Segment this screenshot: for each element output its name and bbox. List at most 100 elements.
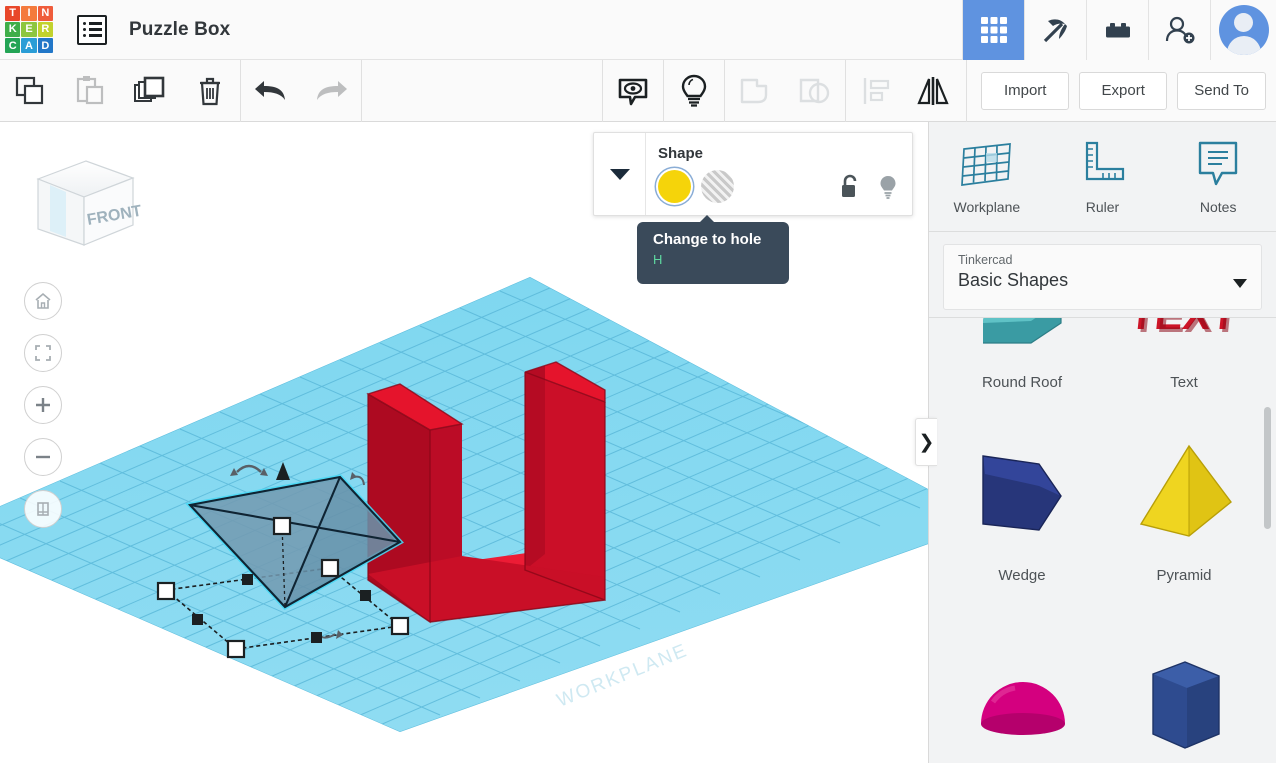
logo-tile-t: T — [5, 5, 21, 21]
zoom-out-button[interactable] — [24, 438, 62, 476]
logo-tile-r: R — [37, 21, 53, 38]
collapse-panel-button[interactable]: ❯ — [915, 418, 937, 466]
account-button[interactable] — [1210, 0, 1276, 60]
logo-tile-k: K — [5, 21, 21, 38]
shape-panel-right-icons — [838, 174, 898, 200]
invite-button[interactable] — [1148, 0, 1210, 60]
tinkercad-logo[interactable]: TINKERCAD — [5, 5, 53, 54]
shape-item-dome[interactable] — [941, 594, 1103, 763]
logo-tile-c: C — [5, 38, 21, 54]
zoom-out-icon — [36, 455, 50, 459]
list-row — [82, 22, 102, 25]
workplane-grid: WORKPLANE — [0, 277, 928, 732]
fit-to-view-icon — [35, 345, 51, 361]
notes-icon — [1198, 141, 1238, 185]
designs-grid-button[interactable] — [962, 0, 1024, 60]
group-icon — [741, 78, 768, 103]
view-nav-buttons — [24, 282, 62, 542]
perspective-toggle-button[interactable] — [24, 490, 62, 528]
undo-button[interactable] — [241, 60, 301, 122]
copy-icon — [15, 76, 44, 104]
tooltip: Change to hole H — [637, 215, 789, 284]
shape-item-label: Pyramid — [1156, 567, 1212, 584]
right-sidebar: Workplane Ruler Notes Tinkercad Basic Sh… — [928, 122, 1276, 763]
delete-icon — [200, 77, 220, 105]
fit-to-view-button[interactable] — [24, 334, 62, 372]
zoom-in-button[interactable] — [24, 386, 62, 424]
import-button[interactable]: Import — [981, 71, 1070, 110]
delete-button[interactable] — [180, 60, 240, 122]
shape-gallery-inner: Round Roof TEXT TEXT Text W — [929, 318, 1276, 763]
export-button[interactable]: Export — [1079, 71, 1168, 110]
shape-item-label: Wedge — [998, 567, 1046, 584]
workplane-icon — [960, 142, 1011, 186]
paste-icon — [76, 75, 104, 104]
list-row — [82, 34, 102, 37]
redo-icon — [317, 80, 347, 100]
text-thumb: TEXT TEXT — [1127, 318, 1242, 341]
lightbulb-icon[interactable] — [878, 174, 898, 200]
lightbulb-icon — [682, 74, 707, 107]
duplicate-button[interactable] — [120, 60, 180, 122]
caret-down-icon — [609, 169, 630, 180]
align-button[interactable] — [846, 60, 906, 122]
caret-down-icon — [1233, 279, 1247, 288]
ruler-tool-button[interactable]: Ruler — [1045, 122, 1161, 231]
list-bar — [88, 34, 102, 37]
notes-tool-button[interactable]: Notes — [1160, 122, 1276, 231]
ungroup-button[interactable] — [785, 60, 845, 122]
wedge-thumb — [981, 455, 1062, 531]
sidebar-scrollbar[interactable] — [1264, 407, 1271, 529]
shape-panel-title: Shape — [658, 145, 704, 162]
document-title[interactable]: Puzzle Box — [129, 19, 230, 41]
main-toolbar: Import Export Send To — [0, 59, 1276, 122]
blocks-button[interactable] — [1024, 0, 1086, 60]
sidebar-tools: Workplane Ruler Notes — [929, 122, 1276, 232]
project-list-button[interactable] — [77, 14, 107, 45]
shape-panel-collapse-button[interactable] — [594, 133, 646, 215]
shape-panel-controls — [658, 170, 898, 203]
bricks-button[interactable] — [1086, 0, 1148, 60]
tooltip-title: Change to hole — [653, 231, 762, 248]
shape-gallery[interactable]: Round Roof TEXT TEXT Text W — [929, 318, 1276, 763]
home-view-button[interactable] — [24, 282, 62, 320]
shape-library-dropdown[interactable]: Tinkercad Basic Shapes — [943, 244, 1262, 310]
list-dot — [82, 28, 86, 31]
shape-item-label: Round Roof — [981, 374, 1063, 391]
hide-button[interactable] — [664, 60, 724, 122]
avatar-head — [1234, 12, 1253, 32]
paste-button[interactable] — [60, 60, 120, 122]
mirror-button[interactable] — [906, 60, 966, 122]
tooltip-shortcut: H — [653, 252, 663, 267]
list-dot — [82, 22, 86, 25]
logo-tile-d: D — [37, 38, 53, 54]
shape-item-round-roof[interactable]: Round Roof — [941, 318, 1103, 401]
redo-button[interactable] — [301, 60, 361, 122]
pyramid-thumb — [1139, 444, 1232, 537]
shape-panel-body: Shape — [646, 133, 912, 215]
perspective-toggle-icon — [37, 502, 49, 516]
shape-item-text[interactable]: TEXT TEXT Text — [1103, 318, 1265, 401]
ungroup-icon — [800, 78, 830, 103]
view-cube[interactable]: FRONT — [26, 147, 141, 257]
hole-swatch[interactable] — [701, 170, 734, 203]
solid-swatch[interactable] — [658, 170, 691, 203]
visibility-button[interactable] — [603, 60, 663, 122]
home-view-icon — [35, 292, 51, 309]
group-button[interactable] — [725, 60, 785, 122]
list-bar — [88, 28, 102, 31]
3d-viewport[interactable]: WORKPLANE FRONT — [0, 122, 928, 763]
brick-icon — [1105, 22, 1130, 37]
unlock-icon[interactable] — [838, 174, 862, 200]
copy-button[interactable] — [0, 60, 60, 122]
shape-item-wedge[interactable]: Wedge — [941, 401, 1103, 594]
shape-item-hex-prism[interactable] — [1103, 594, 1265, 763]
hex-prism-thumb — [1151, 661, 1220, 749]
designs-grid-icon — [980, 16, 1007, 43]
workplane-tool-button[interactable]: Workplane — [929, 122, 1045, 231]
send-to-button[interactable]: Send To — [1177, 71, 1266, 110]
shape-item-pyramid[interactable]: Pyramid — [1103, 401, 1265, 594]
list-row — [82, 28, 102, 31]
visibility-icon — [618, 78, 648, 105]
dome-thumb — [980, 682, 1065, 735]
